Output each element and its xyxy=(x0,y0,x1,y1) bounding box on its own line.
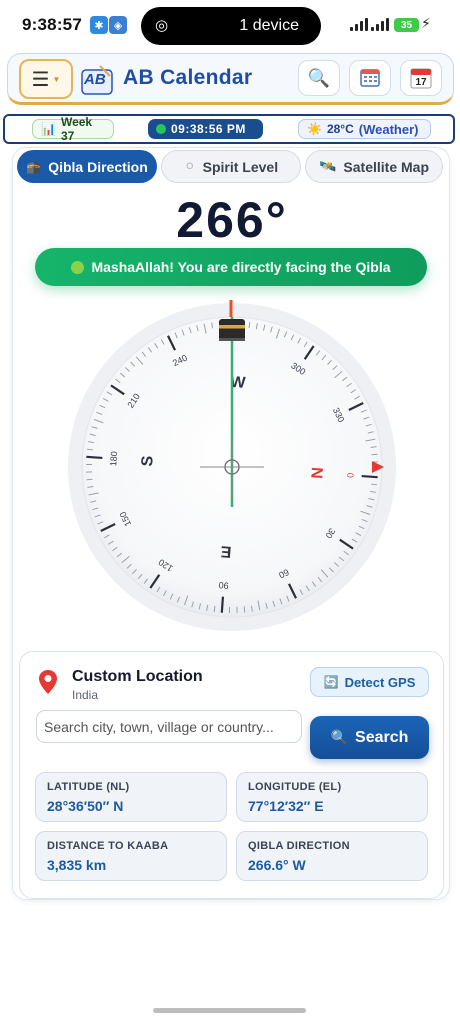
location-country: India xyxy=(72,688,99,702)
kaaba-marker-icon xyxy=(219,319,245,341)
stat-value: 3,835 km xyxy=(47,857,107,873)
app-logo: AB xyxy=(81,65,113,95)
hotspot-icon: ◎ xyxy=(155,17,169,34)
search-label: Search xyxy=(355,728,409,746)
tab-qibla-direction[interactable]: 🕋 Qibla Direction xyxy=(17,150,157,183)
tab-spirit-level[interactable]: ⚪ Spirit Level xyxy=(161,150,301,183)
search-icon: 🔍 xyxy=(330,729,349,745)
stat-value: 77°12′32″ E xyxy=(248,798,324,814)
compass-tick xyxy=(243,606,246,613)
sun-icon: ☀️ xyxy=(307,122,322,136)
info-bar: 📊 Week 37 09:38:56 PM ☀️ 28°C (Weather) xyxy=(3,114,455,144)
signal-icon-2 xyxy=(371,18,389,31)
detect-gps-button[interactable]: 🔄 Detect GPS xyxy=(310,667,429,697)
search-icon: 🔍 xyxy=(307,67,331,88)
weather-badge[interactable]: ☀️ 28°C (Weather) xyxy=(298,119,431,139)
clock-badge: 09:38:56 PM xyxy=(148,119,263,139)
stat-value: 28°36′50″ N xyxy=(47,798,124,814)
menu-icon: ☰ xyxy=(31,68,50,91)
kaaba-icon: 🕋 xyxy=(26,159,42,174)
qibla-card: 🕋 Qibla Direction ⚪ Spirit Level 🛰️ Sate… xyxy=(12,147,450,900)
status-bar: 9:38:57 ✱ ◈ ◎ 1 device 35 ⚡ xyxy=(0,0,460,52)
stat-label: LATITUDE (NL) xyxy=(47,781,130,793)
tab-label: Spirit Level xyxy=(202,158,279,175)
week-label: Week 37 xyxy=(60,115,93,143)
distance-card: DISTANCE TO KAABA 3,835 km xyxy=(35,831,227,881)
app-notification-icon: ✱ xyxy=(90,16,108,34)
compass-tick xyxy=(220,596,225,613)
qibla-direction-card: QIBLA DIRECTION 266.6° W xyxy=(236,831,428,881)
status-dot-icon xyxy=(71,260,85,274)
week-badge: 📊 Week 37 xyxy=(32,115,114,143)
compass-tick-label: 90 xyxy=(218,580,229,591)
stat-label: LONGITUDE (EL) xyxy=(248,781,342,793)
today-button[interactable]: 17 xyxy=(400,60,442,96)
signal-icon xyxy=(350,18,368,31)
location-pin-icon xyxy=(39,670,57,694)
live-dot-icon xyxy=(156,124,166,134)
compass-tick xyxy=(86,455,103,460)
stat-label: DISTANCE TO KAABA xyxy=(47,840,169,852)
charging-icon: ⚡ xyxy=(421,15,431,31)
search-button[interactable]: 🔍 xyxy=(298,60,340,96)
weather-label: (Weather) xyxy=(358,121,419,137)
app-title: AB Calendar xyxy=(123,66,253,89)
calendar-grid-icon xyxy=(360,69,380,87)
refresh-icon: 🔄 xyxy=(323,675,339,689)
compass-tick-label: 180 xyxy=(108,451,119,467)
level-bubble-icon: ⚪ xyxy=(183,158,196,174)
app-notification-icon-2: ◈ xyxy=(109,16,127,34)
location-search-input[interactable] xyxy=(36,710,302,743)
qibla-degree: 266° xyxy=(176,192,288,248)
clock-label: 09:38:56 PM xyxy=(171,122,246,136)
app-header: ☰ ▼ AB AB Calendar 🔍 17 xyxy=(7,53,454,105)
banner-text: MashaAllah! You are directly facing the … xyxy=(91,259,391,275)
compass-tick xyxy=(371,453,378,456)
stat-label: QIBLA DIRECTION xyxy=(248,840,350,852)
compass-cardinal-s: S xyxy=(139,455,157,467)
compass-dial: 0306090120150180210240 300330 NESW xyxy=(68,300,396,631)
detect-gps-label: Detect GPS xyxy=(344,674,416,690)
temperature-label: 28°C xyxy=(326,122,354,136)
qibla-aligned-banner: MashaAllah! You are directly facing the … xyxy=(35,248,427,286)
calendar-day: 17 xyxy=(415,77,427,88)
calendar-date-icon: 17 xyxy=(410,68,432,89)
satellite-icon: 🛰️ xyxy=(318,158,337,174)
caret-down-icon: ▼ xyxy=(52,74,61,84)
compass-tick xyxy=(361,474,378,479)
compass-cardinal-n: N xyxy=(307,467,325,480)
search-location-button[interactable]: 🔍 Search xyxy=(310,716,429,759)
location-title: Custom Location xyxy=(72,668,203,685)
tab-satellite-map[interactable]: 🛰️ Satellite Map xyxy=(305,150,443,183)
compass-cardinal-e: E xyxy=(220,542,232,560)
latitude-card: LATITUDE (NL) 28°36′50″ N xyxy=(35,772,227,822)
compass-tick-label: 0 xyxy=(345,472,355,478)
stat-value: 266.6° W xyxy=(248,857,306,873)
menu-button[interactable]: ☰ ▼ xyxy=(19,59,73,99)
compass-tick xyxy=(86,478,93,481)
location-panel: Custom Location India 🔄 Detect GPS 🔍 Sea… xyxy=(19,651,444,899)
island-text: 1 device xyxy=(239,17,299,34)
tab-label: Qibla Direction xyxy=(48,158,148,175)
tab-label: Satellite Map xyxy=(343,158,430,175)
calendar-view-button[interactable] xyxy=(349,60,391,96)
battery-icon: 35 xyxy=(394,18,419,32)
dynamic-island[interactable]: ◎ 1 device xyxy=(141,7,321,45)
chart-icon: 📊 xyxy=(41,122,56,136)
status-time: 9:38:57 xyxy=(22,15,82,34)
svg-text:AB: AB xyxy=(83,71,106,88)
home-indicator[interactable] xyxy=(153,1008,306,1013)
longitude-card: LONGITUDE (EL) 77°12′32″ E xyxy=(236,772,428,822)
